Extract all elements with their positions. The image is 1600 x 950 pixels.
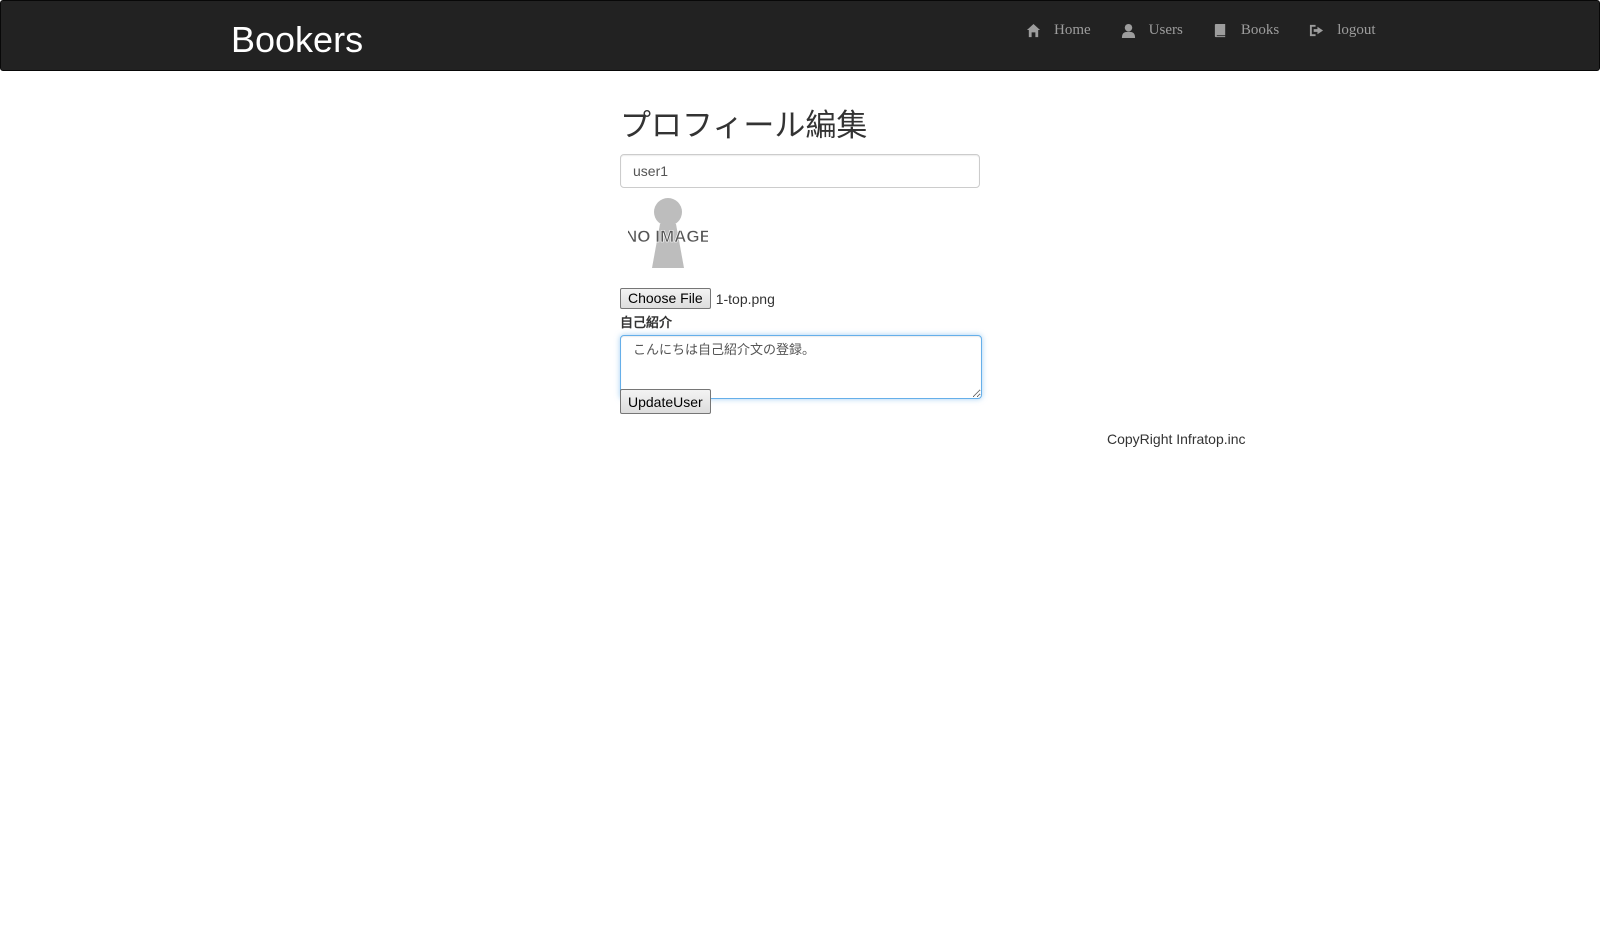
logout-icon <box>1310 24 1324 36</box>
home-icon <box>1026 23 1041 37</box>
profile-edit-form: プロフィール編集 NO IMAGE Choose File 1-top.png … <box>620 106 982 414</box>
nav-users-label: Users <box>1148 21 1183 38</box>
intro-label: 自己紹介 <box>620 316 673 331</box>
user-icon <box>1121 23 1135 38</box>
nav-users[interactable]: Users <box>1121 18 1183 42</box>
nav-menu: Home Users Books logout <box>1026 18 1376 42</box>
nav-logout-label: logout <box>1337 21 1376 38</box>
footer-copyright: CopyRight Infratop.inc <box>1107 431 1246 447</box>
navbar: Bookers Home Users Books logout <box>0 0 1600 71</box>
nav-books-label: Books <box>1240 21 1280 38</box>
nav-home-label: Home <box>1054 21 1091 38</box>
update-user-button[interactable]: UpdateUser <box>620 389 711 414</box>
brand-logo[interactable]: Bookers <box>231 19 363 61</box>
nav-logout[interactable]: logout <box>1309 18 1376 42</box>
no-image-text: NO IMAGE <box>628 227 708 246</box>
choose-file-button[interactable]: Choose File <box>620 288 711 309</box>
book-icon <box>1214 23 1226 37</box>
nav-home[interactable]: Home <box>1026 18 1091 42</box>
page-title: プロフィール編集 <box>620 108 868 144</box>
no-image-placeholder: NO IMAGE <box>628 198 708 268</box>
selected-file-name: 1-top.png <box>715 290 775 307</box>
nav-books[interactable]: Books <box>1213 18 1279 42</box>
file-upload: Choose File 1-top.png <box>620 288 775 309</box>
name-field[interactable] <box>620 154 980 188</box>
